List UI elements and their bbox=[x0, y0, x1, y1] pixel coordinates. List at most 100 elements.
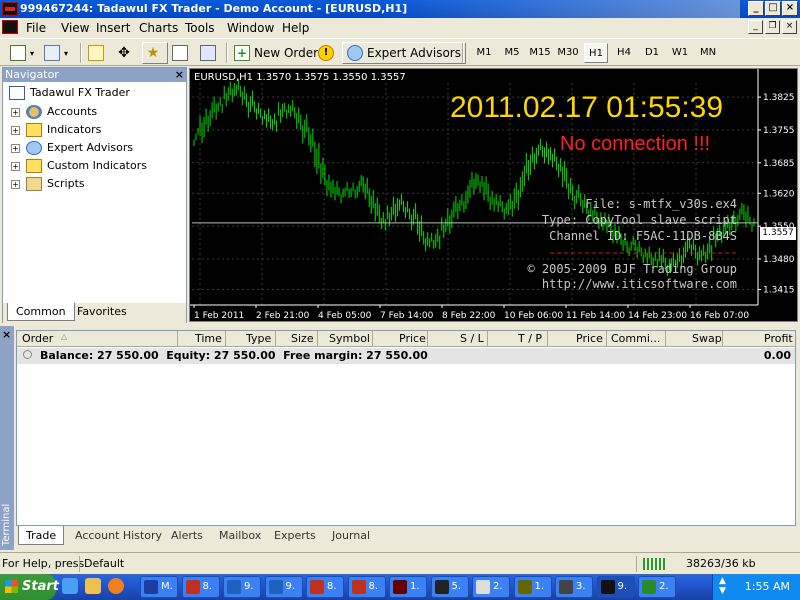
expand-icon[interactable]: + bbox=[11, 107, 20, 117]
navigator-item-accounts[interactable]: + Accounts bbox=[11, 105, 97, 119]
start-button[interactable]: Start bbox=[0, 574, 59, 600]
taskbar-button[interactable]: 1. bbox=[513, 576, 552, 598]
timeframe-m15[interactable]: M15 bbox=[528, 43, 552, 63]
profiles-icon bbox=[44, 45, 60, 61]
col-current-price[interactable]: Price bbox=[576, 332, 603, 345]
menu-view[interactable]: View bbox=[61, 21, 89, 35]
timeframe-m1[interactable]: M1 bbox=[472, 43, 496, 63]
taskbar-button[interactable]: 8. bbox=[306, 576, 344, 598]
col-price[interactable]: Price bbox=[399, 332, 426, 345]
document-icon[interactable] bbox=[2, 20, 18, 34]
col-swap[interactable]: Swap bbox=[692, 332, 722, 345]
timeframe-h4[interactable]: H4 bbox=[612, 43, 636, 63]
taskbar-button[interactable]: 2. bbox=[472, 576, 510, 598]
navigator-item-scripts[interactable]: + Scripts bbox=[11, 177, 85, 191]
terminal-sidebar: × Terminal bbox=[0, 326, 14, 550]
navigator-item-expert-advisors[interactable]: + Expert Advisors bbox=[11, 141, 133, 155]
taskbar-button[interactable]: 2. bbox=[638, 576, 676, 598]
maximize-button[interactable]: □ bbox=[765, 1, 781, 16]
server-clock: 2011.02.17 01:55:39 bbox=[450, 91, 724, 124]
expand-icon[interactable]: + bbox=[11, 179, 20, 189]
taskbar-button-label: 8. bbox=[368, 581, 379, 592]
ie-icon[interactable] bbox=[62, 578, 78, 594]
timeframe-m30[interactable]: M30 bbox=[556, 43, 580, 63]
expert-advisors-button[interactable]: Expert Advisors bbox=[342, 42, 466, 64]
timeframe-m5[interactable]: M5 bbox=[500, 43, 524, 63]
tray-scroll-icon[interactable]: ▲ ▼ bbox=[719, 576, 726, 596]
menu-charts[interactable]: Charts bbox=[139, 21, 178, 35]
navigator-root[interactable]: Tadawul FX Trader bbox=[9, 86, 130, 100]
taskbar-button[interactable]: 9. bbox=[264, 576, 303, 598]
timeframe-w1[interactable]: W1 bbox=[668, 43, 692, 63]
tester-button[interactable] bbox=[200, 42, 220, 64]
folder-icon[interactable] bbox=[85, 578, 101, 594]
col-type[interactable]: Type bbox=[246, 332, 271, 345]
taskbar-button[interactable]: 8. bbox=[181, 576, 220, 598]
crosshair-icon: ✥ bbox=[118, 45, 130, 61]
tab-experts[interactable]: Experts bbox=[267, 526, 323, 545]
mdi-minimize-button[interactable]: _ bbox=[748, 20, 763, 34]
col-symbol[interactable]: Symbol bbox=[329, 332, 370, 345]
mdi-restore-button[interactable]: ❐ bbox=[765, 20, 780, 34]
col-profit[interactable]: Profit bbox=[764, 332, 793, 345]
toolbar: ▾ ▾ ✥ ★ + New Order ! Expert Advisors M1 … bbox=[0, 38, 800, 66]
col-commission[interactable]: Commi... bbox=[611, 332, 660, 345]
info-type: Type: CopyTool slave script bbox=[541, 213, 737, 227]
col-take-profit[interactable]: T / P bbox=[518, 332, 542, 345]
terminal-close-button[interactable]: × bbox=[2, 328, 11, 341]
info-website[interactable]: http://www.iticsoftware.com bbox=[542, 277, 737, 291]
profiles-button[interactable]: ▾ bbox=[44, 42, 68, 64]
balance-row[interactable]: Balance: 27 550.00 Equity: 27 550.00 Fre… bbox=[17, 348, 795, 364]
tab-journal[interactable]: Journal bbox=[325, 526, 377, 545]
tab-account-history[interactable]: Account History bbox=[68, 526, 169, 545]
tab-trade[interactable]: Trade bbox=[18, 526, 65, 545]
taskbar-button[interactable]: 9. bbox=[223, 576, 261, 598]
timeframe-h1[interactable]: H1 bbox=[584, 43, 608, 63]
tab-common[interactable]: Common bbox=[7, 303, 75, 321]
taskbar-button[interactable]: 9. bbox=[596, 576, 635, 598]
navigator-item-indicators[interactable]: + Indicators bbox=[11, 123, 101, 137]
menu-insert[interactable]: Insert bbox=[96, 21, 130, 35]
menu-window[interactable]: Window bbox=[227, 21, 274, 35]
data-window-button[interactable]: ✥ bbox=[116, 42, 136, 64]
navigator-item-custom-indicators[interactable]: + Custom Indicators bbox=[11, 159, 147, 173]
magnifier-icon bbox=[200, 45, 216, 61]
menu-tools[interactable]: Tools bbox=[185, 21, 215, 35]
timeframe-mn[interactable]: MN bbox=[696, 43, 720, 63]
tab-mailbox[interactable]: Mailbox bbox=[212, 526, 268, 545]
taskbar-button[interactable]: 5. bbox=[430, 576, 469, 598]
market-watch-button[interactable] bbox=[88, 42, 108, 64]
col-stop-loss[interactable]: S / L bbox=[460, 332, 484, 345]
menu-help[interactable]: Help bbox=[282, 21, 309, 35]
close-button[interactable]: × bbox=[782, 1, 798, 16]
autotrading-warning-button[interactable]: ! bbox=[318, 42, 338, 64]
tab-alerts[interactable]: Alerts bbox=[164, 526, 210, 545]
navigator-button[interactable]: ★ bbox=[142, 42, 168, 64]
mdi-close-button[interactable]: × bbox=[782, 20, 797, 34]
col-time[interactable]: Time bbox=[195, 332, 222, 345]
col-order[interactable]: Order bbox=[22, 332, 53, 345]
navigator-close-button[interactable]: × bbox=[175, 68, 184, 82]
timeframe-d1[interactable]: D1 bbox=[640, 43, 664, 63]
menu-file[interactable]: File bbox=[26, 21, 46, 35]
y-tick-label: 1.3685 bbox=[763, 159, 795, 169]
col-size[interactable]: Size bbox=[291, 332, 314, 345]
taskbar-button[interactable]: 1. bbox=[389, 576, 427, 598]
taskbar-button[interactable]: 3. bbox=[555, 576, 593, 598]
minimize-button[interactable]: _ bbox=[748, 1, 764, 16]
taskbar-button[interactable]: M. bbox=[140, 576, 178, 598]
terminal-button[interactable] bbox=[172, 42, 192, 64]
tab-favorites[interactable]: Favorites bbox=[69, 303, 135, 321]
taskbar-button[interactable]: 8. bbox=[347, 576, 386, 598]
expand-icon[interactable]: + bbox=[11, 143, 20, 153]
firefox-icon[interactable] bbox=[108, 578, 124, 594]
new-order-button[interactable]: + New Order bbox=[234, 42, 318, 64]
expand-icon[interactable]: + bbox=[11, 161, 20, 171]
connection-status: No connection !!! bbox=[560, 133, 711, 155]
navigator-panel: Navigator × Tadawul FX Trader + Accounts … bbox=[2, 67, 187, 323]
new-chart-button[interactable]: ▾ bbox=[10, 42, 34, 64]
expand-icon[interactable]: + bbox=[11, 125, 20, 135]
tray-clock: 1:55 AM bbox=[744, 580, 790, 593]
taskbar: Start M. 8. 9. 9. 8. 8. 1. 5. 2. 1. 3. 9. 2. ▲ ▼ 1:55… bbox=[0, 574, 800, 600]
chart-window[interactable]: 1.38251.37551.36851.36201.35501.34801.34… bbox=[189, 68, 798, 322]
